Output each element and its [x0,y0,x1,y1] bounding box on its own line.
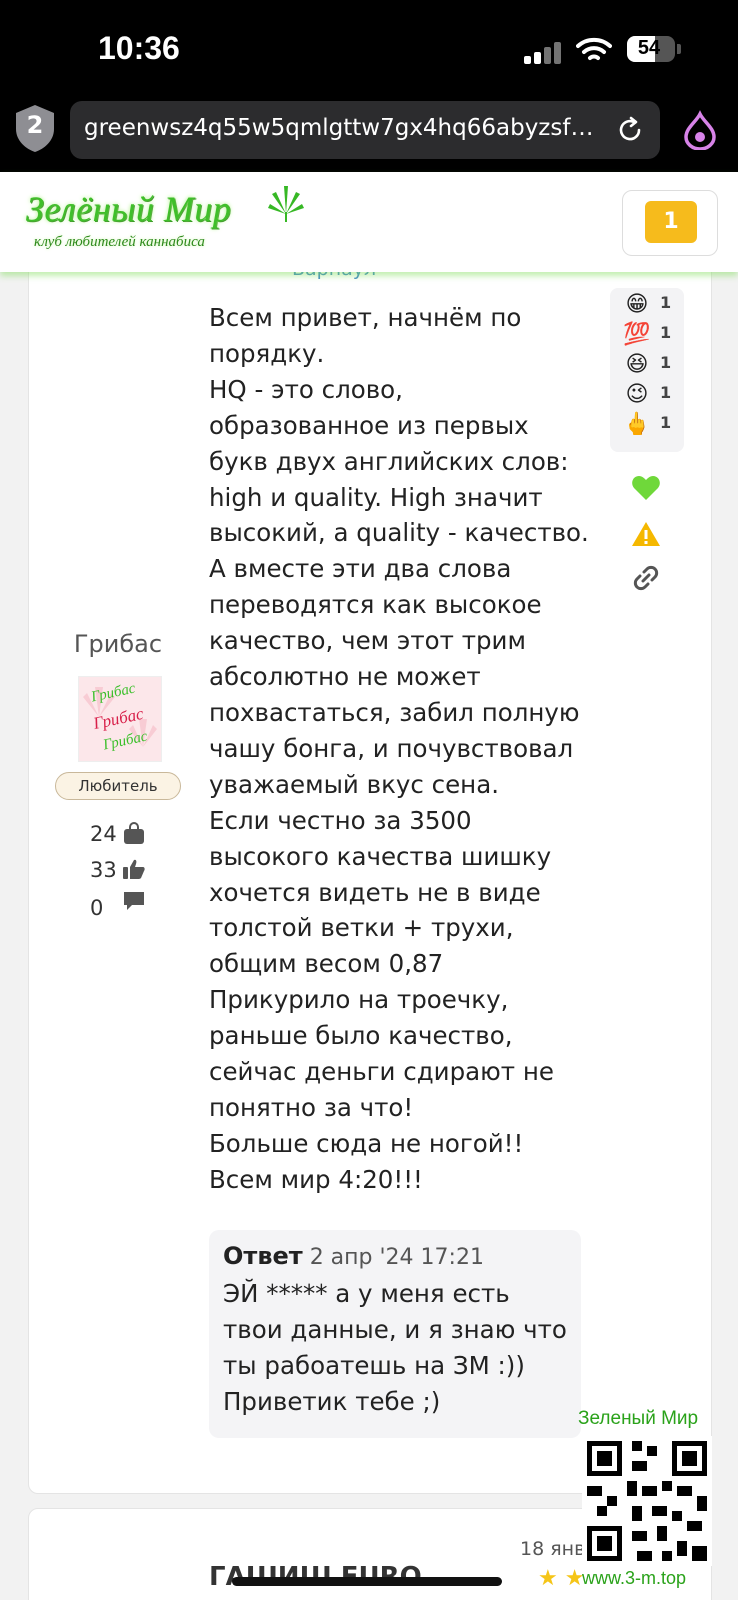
watermark-title: Зеленый Мир [578,1408,699,1429]
post-body: Всем привет, начнём по порядку. HQ - это… [209,300,589,1198]
post-paragraph: Если честно за 3500 высокого качества ши… [209,805,552,979]
stat-comments: 0 [90,896,104,920]
warning-icon[interactable] [630,518,662,550]
clock: 10:36 [98,30,180,66]
link-icon[interactable] [630,562,662,594]
comment-icon [124,892,144,910]
bag-icon [124,822,144,844]
post-paragraph: HQ - это слово, образованное из первых б… [209,374,589,799]
reaction-item[interactable]: 😆 1 [622,350,682,380]
cellular-signal-icon [524,40,564,64]
avatar[interactable]: Грибас Грибас Грибас [78,676,162,762]
rank-badge: Любитель [55,772,181,800]
author-name[interactable]: Грибас [56,630,180,658]
battery-percent: 54 [637,37,661,59]
star-icon: ★ ★ [538,1566,585,1591]
wink-emoji-icon: 😉 [625,382,649,407]
logo-subtitle: клуб любителей каннабиса [34,234,205,250]
battery-icon: 54 [627,36,675,62]
stat-likes: 33 [90,858,117,882]
shield-icon[interactable]: 2 [14,103,56,153]
reaction-item[interactable]: 😁 1 [622,290,682,320]
reaction-count: 1 [660,323,672,342]
address-bar[interactable]: greenwsz4q55w5qmlgttw7gx4hq66abyzsfoeu..… [70,101,660,159]
reaction-count: 1 [660,353,672,372]
post-paragraph: Прикурило на троечку, раньше было качест… [209,985,554,1122]
notification-badge: 1 [645,201,697,243]
cannabis-leaf-icon [268,186,304,222]
reaction-count: 1 [660,293,672,312]
status-bar: 10:36 54 [0,0,738,100]
heart-icon[interactable] [630,472,662,504]
thumbs-up-icon [123,859,145,879]
grin-emoji-icon: 😁 [625,292,649,317]
url-text[interactable]: greenwsz4q55w5qmlgttw7gx4hq66abyzsfoeu..… [84,115,604,141]
reaction-item[interactable]: 😉 1 [622,380,682,410]
logo-title: Зелёный Мир [26,189,232,229]
post-paragraph: Больше сюда не ногой!! [209,1128,524,1158]
qr-code-icon [582,1436,712,1566]
onion-icon[interactable] [682,110,718,150]
reaction-item[interactable]: 💯 1 [622,320,682,350]
site-logo[interactable]: Зелёный Мир клуб любителей каннабиса [22,180,304,260]
battery-tip [677,44,681,54]
reply-label: Ответ [223,1242,303,1270]
reaction-count: 1 [660,383,672,402]
reply-header: Ответ 2 апр '24 17:21 [223,1242,567,1270]
reaction-count: 1 [660,413,672,432]
reply-text: ЭЙ ***** а у меня есть твои данные, и я … [223,1279,567,1416]
reply-date: 2 апр '24 17:21 [309,1245,484,1270]
hundred-emoji-icon: 💯 [623,322,651,347]
stat-purchases: 24 [90,822,117,846]
next-post-date: 18 янв [520,1538,586,1560]
home-indicator[interactable] [232,1577,502,1586]
notifications-button[interactable]: 1 [622,190,718,256]
reload-icon[interactable] [615,115,645,145]
watermark-url: www.3-m.top [582,1568,687,1588]
wifi-icon [576,37,612,60]
middle-finger-emoji-icon: 🖕 [623,412,651,437]
post-paragraph: Всем мир 4:20!!! [209,1164,423,1194]
reactions-panel: 😁 1 💯 1 😆 1 😉 1 🖕 1 [610,288,684,452]
reaction-item[interactable]: 🖕 1 [622,410,682,440]
laugh-emoji-icon: 😆 [625,352,649,377]
post-paragraph: Всем привет, начнём по порядку. [209,303,522,368]
admin-reply: Ответ 2 апр '24 17:21 ЭЙ ***** а у меня … [209,1230,581,1438]
tab-count: 2 [26,111,44,139]
site-header: Зелёный Мир клуб любителей каннабиса 1 [0,172,738,272]
